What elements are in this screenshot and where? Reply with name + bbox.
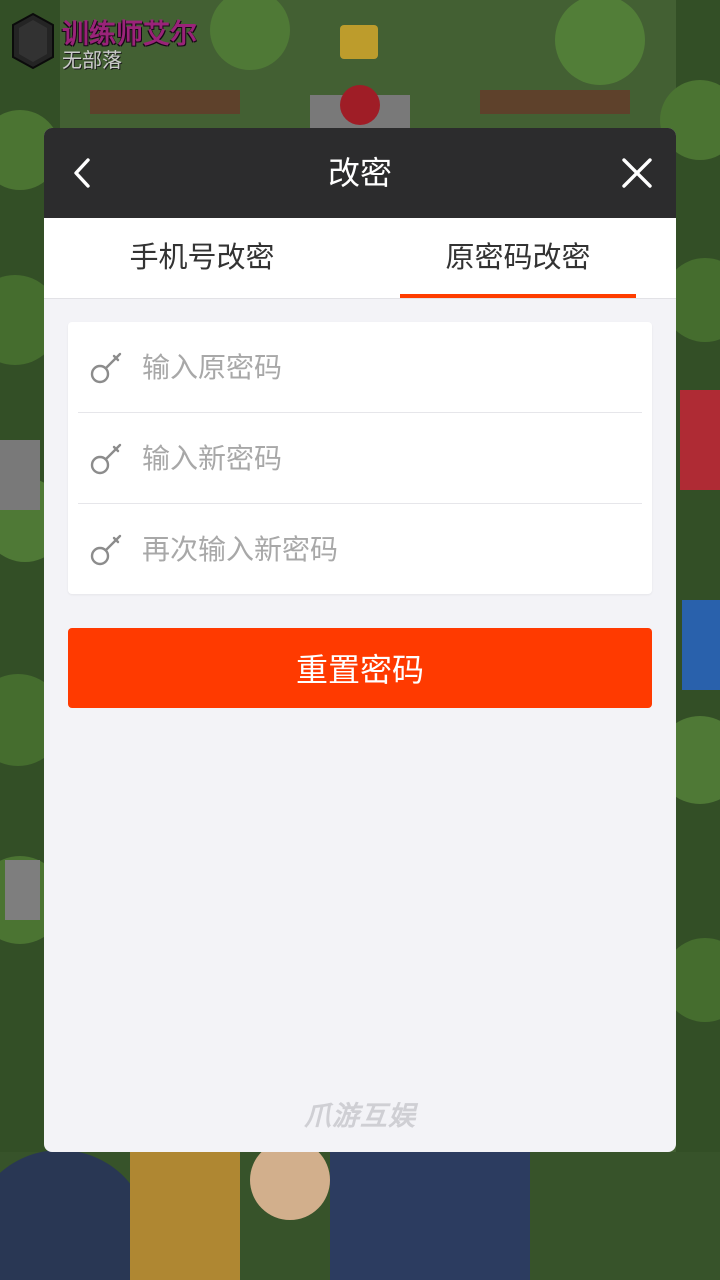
chevron-left-icon [74, 158, 90, 188]
brand-logo: 爪游互娱 [304, 1101, 416, 1132]
key-icon [90, 534, 122, 566]
dialog-title: 改密 [327, 154, 392, 192]
old-password-row [68, 322, 652, 412]
new-password-row [68, 413, 652, 503]
tab-bar: 手机号改密 原密码改密 [44, 218, 676, 299]
confirm-password-input[interactable] [138, 524, 636, 574]
tab-password-change[interactable]: 原密码改密 [360, 218, 676, 298]
back-button[interactable] [58, 148, 108, 198]
key-icon [90, 352, 122, 384]
tab-phone-change[interactable]: 手机号改密 [44, 218, 360, 298]
close-button[interactable] [612, 148, 662, 198]
change-password-dialog: 改密 手机号改密 原密码改密 重置密码 爪游互娱 [44, 128, 676, 1152]
password-form [68, 322, 652, 594]
new-password-input[interactable] [138, 433, 636, 483]
close-icon [622, 158, 652, 188]
dialog-header: 改密 [44, 128, 676, 218]
old-password-input[interactable] [138, 342, 636, 392]
reset-password-button[interactable]: 重置密码 [68, 628, 652, 708]
confirm-password-row [68, 504, 652, 594]
key-icon [90, 443, 122, 475]
active-tab-indicator [400, 294, 636, 298]
